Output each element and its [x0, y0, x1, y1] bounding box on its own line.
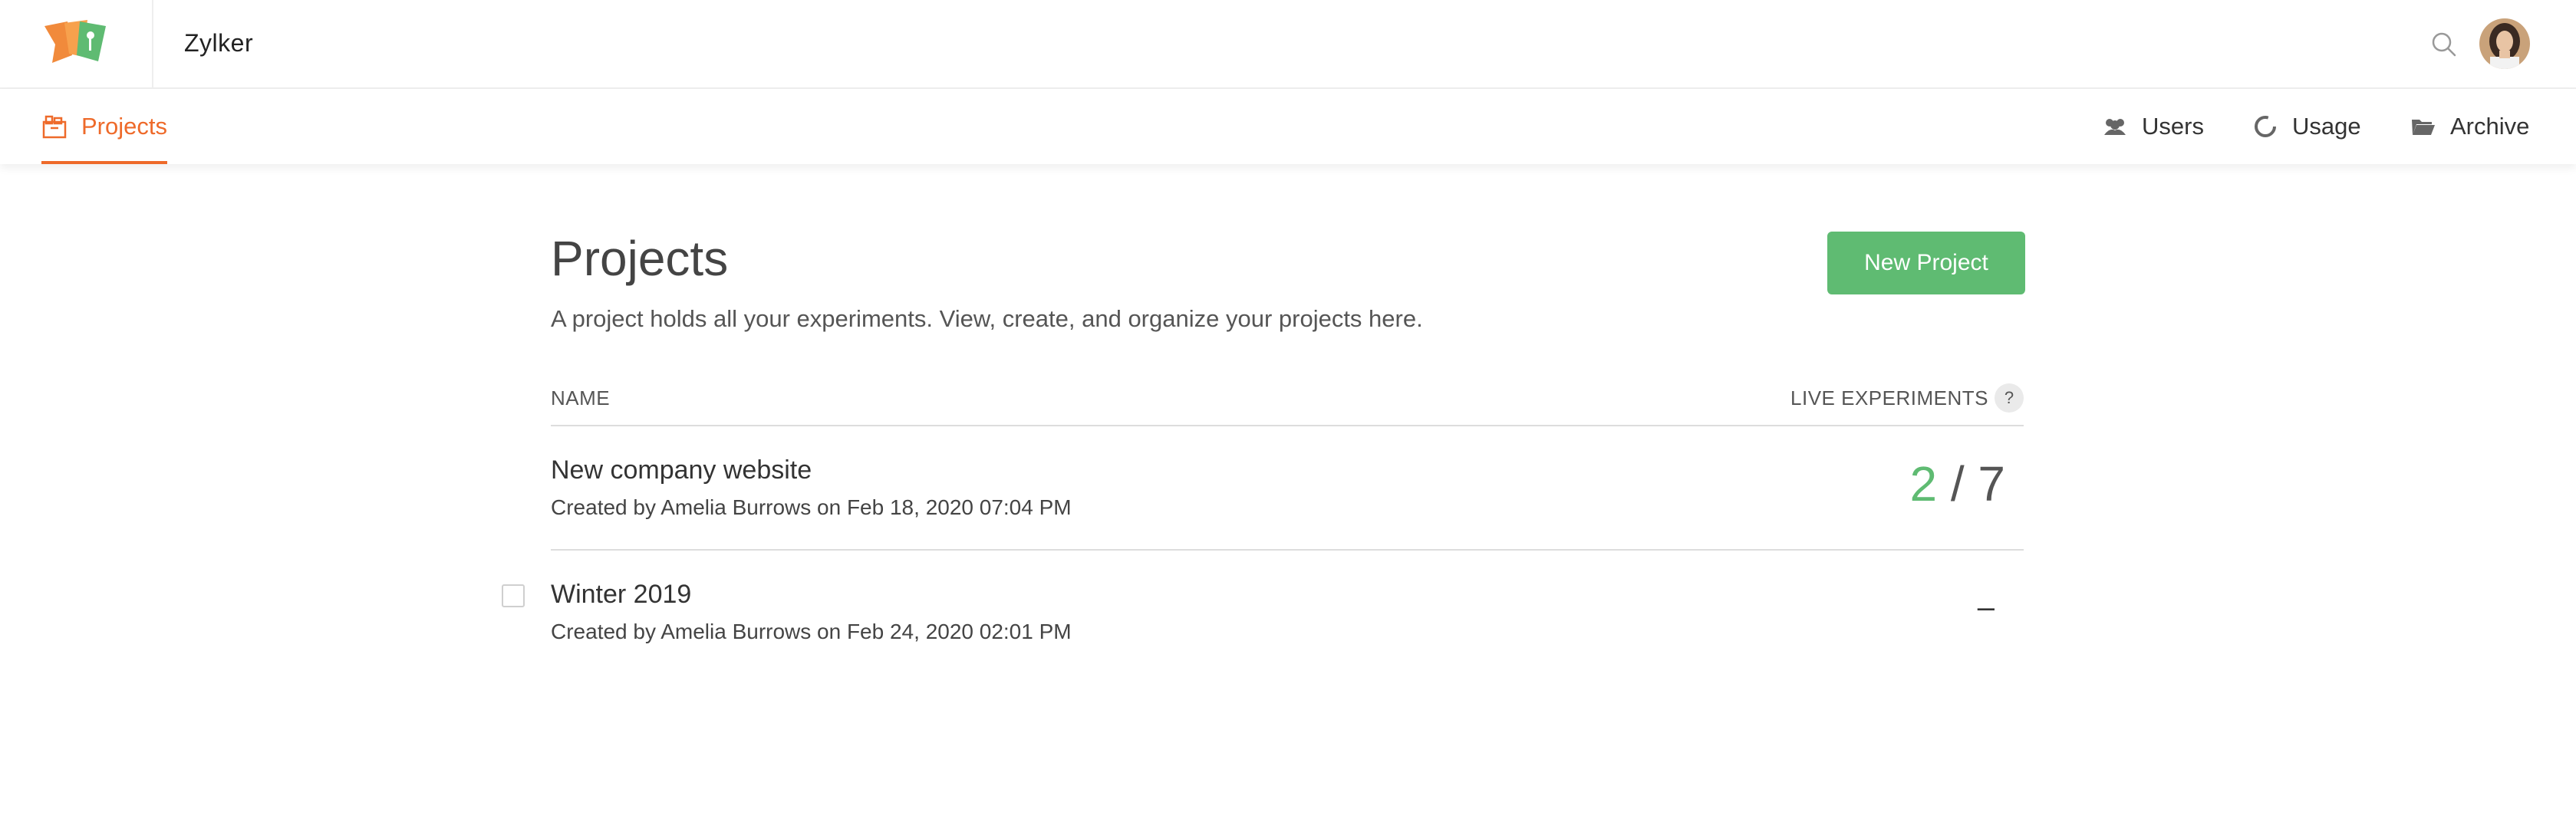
page-title: Projects — [551, 231, 729, 286]
total-count: 7 — [1978, 456, 2005, 511]
project-created-meta: Created by Amelia Burrows on Feb 24, 202… — [551, 620, 1072, 643]
nav-bar: Projects Users Usage Archive — [0, 89, 2576, 164]
user-avatar[interactable] — [2479, 18, 2530, 69]
project-name[interactable]: New company website — [551, 455, 812, 485]
tab-archive[interactable]: Archive — [2410, 89, 2529, 164]
tab-archive-label: Archive — [2450, 113, 2530, 140]
count-separator: / — [1950, 456, 1965, 511]
tab-projects-label: Projects — [81, 113, 167, 140]
tab-usage[interactable]: Usage — [2252, 89, 2361, 164]
live-experiments-count: 2 / 7 — [1909, 455, 2005, 512]
table-header: NAME LIVE EXPERIMENTS ? — [551, 383, 2024, 426]
header-divider — [152, 0, 153, 87]
column-header-live-experiments: LIVE EXPERIMENTS — [1790, 386, 1988, 409]
active-tab-indicator — [41, 161, 167, 164]
folder-icon — [2410, 113, 2436, 140]
usage-icon — [2252, 113, 2278, 140]
top-bar: Zylker — [0, 0, 2576, 89]
row-select-checkbox[interactable] — [502, 584, 525, 607]
project-name[interactable]: Winter 2019 — [551, 580, 691, 610]
org-name: Zylker — [184, 29, 254, 57]
live-experiments-empty: – — [1977, 590, 1995, 624]
table-row[interactable]: Winter 2019 Created by Amelia Burrows on… — [502, 551, 2024, 675]
tab-projects[interactable]: Projects — [41, 89, 167, 164]
project-created-meta: Created by Amelia Burrows on Feb 18, 202… — [551, 495, 1072, 519]
projects-icon — [41, 114, 68, 139]
column-header-name: NAME — [551, 386, 611, 409]
table-row[interactable]: New company website Created by Amelia Bu… — [551, 426, 2024, 551]
page-description: A project holds all your experiments. Vi… — [551, 305, 1423, 332]
users-icon — [2102, 113, 2128, 140]
app-logo[interactable] — [41, 18, 109, 69]
tab-users[interactable]: Users — [2102, 89, 2204, 164]
help-icon[interactable]: ? — [1995, 383, 2024, 413]
new-project-button[interactable]: New Project — [1827, 232, 2025, 294]
tab-users-label: Users — [2142, 113, 2204, 140]
live-count: 2 — [1909, 456, 1938, 511]
tab-usage-label: Usage — [2292, 113, 2361, 140]
search-icon[interactable] — [2429, 29, 2459, 60]
